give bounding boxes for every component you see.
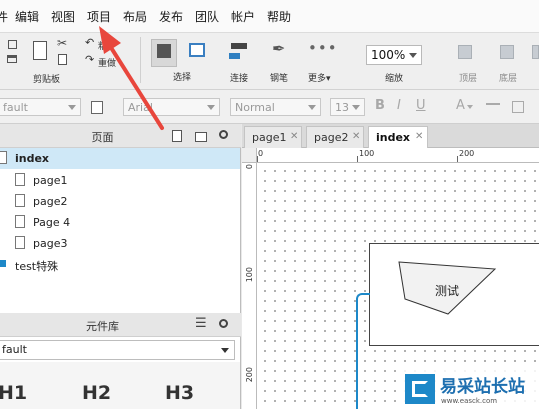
annotation-arrow (99, 26, 164, 130)
watermark-text: 易采站长站 (440, 377, 525, 397)
watermark-logo (405, 374, 435, 404)
watermark: 易采站长站 www.easck.com (403, 370, 539, 409)
watermark-sub: www.easck.com (441, 397, 498, 405)
